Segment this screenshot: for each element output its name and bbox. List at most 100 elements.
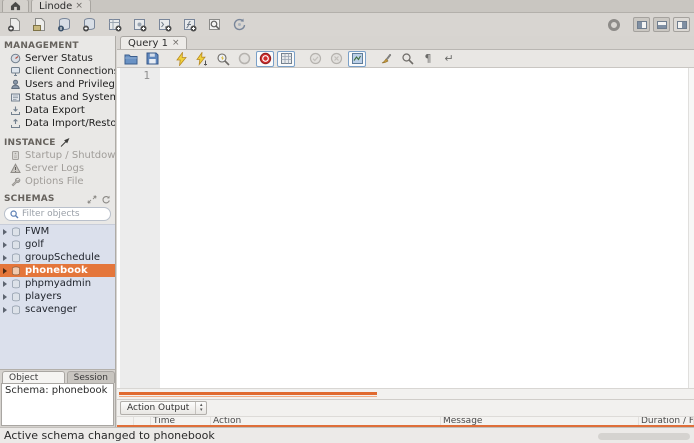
schema-row-phonebook[interactable]: phonebook [0, 264, 115, 277]
find-button[interactable] [398, 51, 416, 67]
line-number-gutter: 1 [120, 68, 160, 388]
tab-session[interactable]: Session [67, 371, 115, 383]
expander-icon[interactable] [3, 229, 7, 235]
expander-icon[interactable] [3, 255, 7, 261]
save-script-button[interactable] [143, 51, 161, 67]
expander-icon[interactable] [3, 307, 7, 313]
create-table-icon [107, 17, 122, 32]
refresh-schemas-icon[interactable] [101, 195, 111, 204]
sql-editor-area: Query 1 × [117, 36, 694, 427]
schema-filter-input[interactable] [22, 209, 105, 219]
create-view-icon [132, 17, 147, 32]
new-sql-tab-icon [7, 17, 22, 32]
rollback-button[interactable] [327, 51, 345, 67]
object-info-content: Schema: phonebook [1, 383, 114, 426]
reconnect-dbms-button[interactable] [229, 15, 250, 34]
column-header-duration[interactable]: Duration / Fetch [639, 417, 694, 425]
create-view-button[interactable] [129, 15, 150, 34]
server-logs-icon [10, 163, 21, 174]
column-header-action[interactable]: Action [211, 417, 441, 425]
resize-schemas-icon[interactable] [87, 195, 97, 204]
sidebar-item-startup-shutdown[interactable]: Startup / Shutdown [0, 149, 115, 162]
connection-tab-label: Linode [39, 1, 72, 12]
column-header-time[interactable]: Time [151, 417, 211, 425]
schema-row-scavenger[interactable]: scavenger [0, 303, 115, 316]
toggle-stop-on-error-button[interactable] [256, 51, 274, 67]
schema-row-golf[interactable]: golf [0, 238, 115, 251]
output-selector-stepper[interactable]: ▴ ▾ [195, 402, 206, 414]
sidebar-item-users-privileges[interactable]: Users and Privileges [0, 78, 115, 91]
inspect-database-button[interactable] [54, 15, 75, 34]
right-panel-icon [677, 21, 687, 29]
open-sql-script-button[interactable] [29, 15, 50, 34]
expander-icon[interactable] [3, 242, 7, 248]
tab-object-info[interactable]: Object Info [2, 371, 65, 383]
search-data-button[interactable] [204, 15, 225, 34]
toggle-wrap-button[interactable]: ↵ [440, 51, 458, 67]
navigator-sidebar: MANAGEMENT Server Status Client Connecti… [0, 36, 116, 427]
sidebar-item-label: Startup / Shutdown [25, 150, 115, 161]
sidebar-item-client-connections[interactable]: Client Connections [0, 65, 115, 78]
output-horizontal-scrollbar[interactable] [598, 433, 690, 440]
sidebar-item-options-file[interactable]: Options File [0, 175, 115, 188]
sidebar-item-system-variables[interactable]: Status and System Variables [0, 91, 115, 104]
stop-on-error-icon [259, 52, 272, 65]
schema-icon [11, 266, 21, 276]
beautify-button[interactable] [377, 51, 395, 67]
output-table-header: Time Action Message Duration / Fetch [117, 416, 694, 427]
expander-icon[interactable] [3, 268, 7, 274]
connection-tab-linode[interactable]: Linode × [31, 0, 91, 12]
schema-row-players[interactable]: players [0, 290, 115, 303]
create-schema-button[interactable] [79, 15, 100, 34]
server-status-icon [10, 53, 21, 64]
mysql-workbench-window: Linode × [0, 0, 694, 443]
toggle-output-area-button[interactable] [653, 17, 670, 32]
sidebar-item-data-export[interactable]: Data Export [0, 104, 115, 117]
inspect-database-icon [57, 17, 72, 32]
activity-indicator-icon [608, 19, 620, 31]
output-selector[interactable]: Action Output ▴ ▾ [120, 401, 207, 415]
schema-row-groupschedule[interactable]: groupSchedule [0, 251, 115, 264]
sidebar-item-data-import[interactable]: Data Import/Restore [0, 117, 115, 130]
sidebar-item-server-status[interactable]: Server Status [0, 52, 115, 65]
expander-icon[interactable] [3, 294, 7, 300]
toggle-right-sidebar-button[interactable] [673, 17, 690, 32]
editor-vertical-scrollbar[interactable] [688, 68, 694, 388]
execute-current-button[interactable] [193, 51, 211, 67]
expander-icon[interactable] [3, 281, 7, 287]
commit-button[interactable] [306, 51, 324, 67]
schemas-section-header: SCHEMAS [0, 192, 115, 205]
create-function-button[interactable] [179, 15, 200, 34]
schema-name: groupSchedule [25, 252, 100, 263]
schemas-title: SCHEMAS [4, 194, 55, 204]
schema-icon [11, 292, 21, 302]
management-title: MANAGEMENT [4, 41, 79, 51]
editor-output-splitter[interactable] [117, 388, 694, 399]
toggle-autocommit-button[interactable] [348, 51, 366, 67]
toggle-invisibles-button[interactable]: ¶ [419, 51, 437, 67]
tab-query-1[interactable]: Query 1 × [120, 36, 187, 49]
toggle-left-sidebar-button[interactable] [633, 17, 650, 32]
execute-all-button[interactable] [172, 51, 190, 67]
create-procedure-button[interactable] [154, 15, 175, 34]
sidebar-item-server-logs[interactable]: Server Logs [0, 162, 115, 175]
sql-code-editor[interactable]: 1 [117, 68, 694, 388]
instance-actions-icon [60, 138, 71, 148]
create-function-icon [182, 17, 197, 32]
limit-rows-toggle-button[interactable] [277, 51, 295, 67]
close-icon[interactable]: × [75, 1, 83, 11]
schema-icon [11, 279, 21, 289]
stop-button[interactable] [235, 51, 253, 67]
data-export-icon [10, 105, 21, 116]
home-tab[interactable] [2, 0, 29, 12]
schema-row-fwm[interactable]: FWM [0, 225, 115, 238]
action-output-panel: Action Output ▴ ▾ Time Action Message Du… [117, 399, 694, 427]
create-table-button[interactable] [104, 15, 125, 34]
open-script-button[interactable] [122, 51, 140, 67]
new-sql-tab-button[interactable] [4, 15, 25, 34]
close-icon[interactable]: × [172, 38, 180, 48]
explain-button[interactable] [214, 51, 232, 67]
query-tab-bar: Query 1 × [117, 36, 694, 50]
column-header-message[interactable]: Message [441, 417, 639, 425]
schema-row-phpmyadmin[interactable]: phpmyadmin [0, 277, 115, 290]
